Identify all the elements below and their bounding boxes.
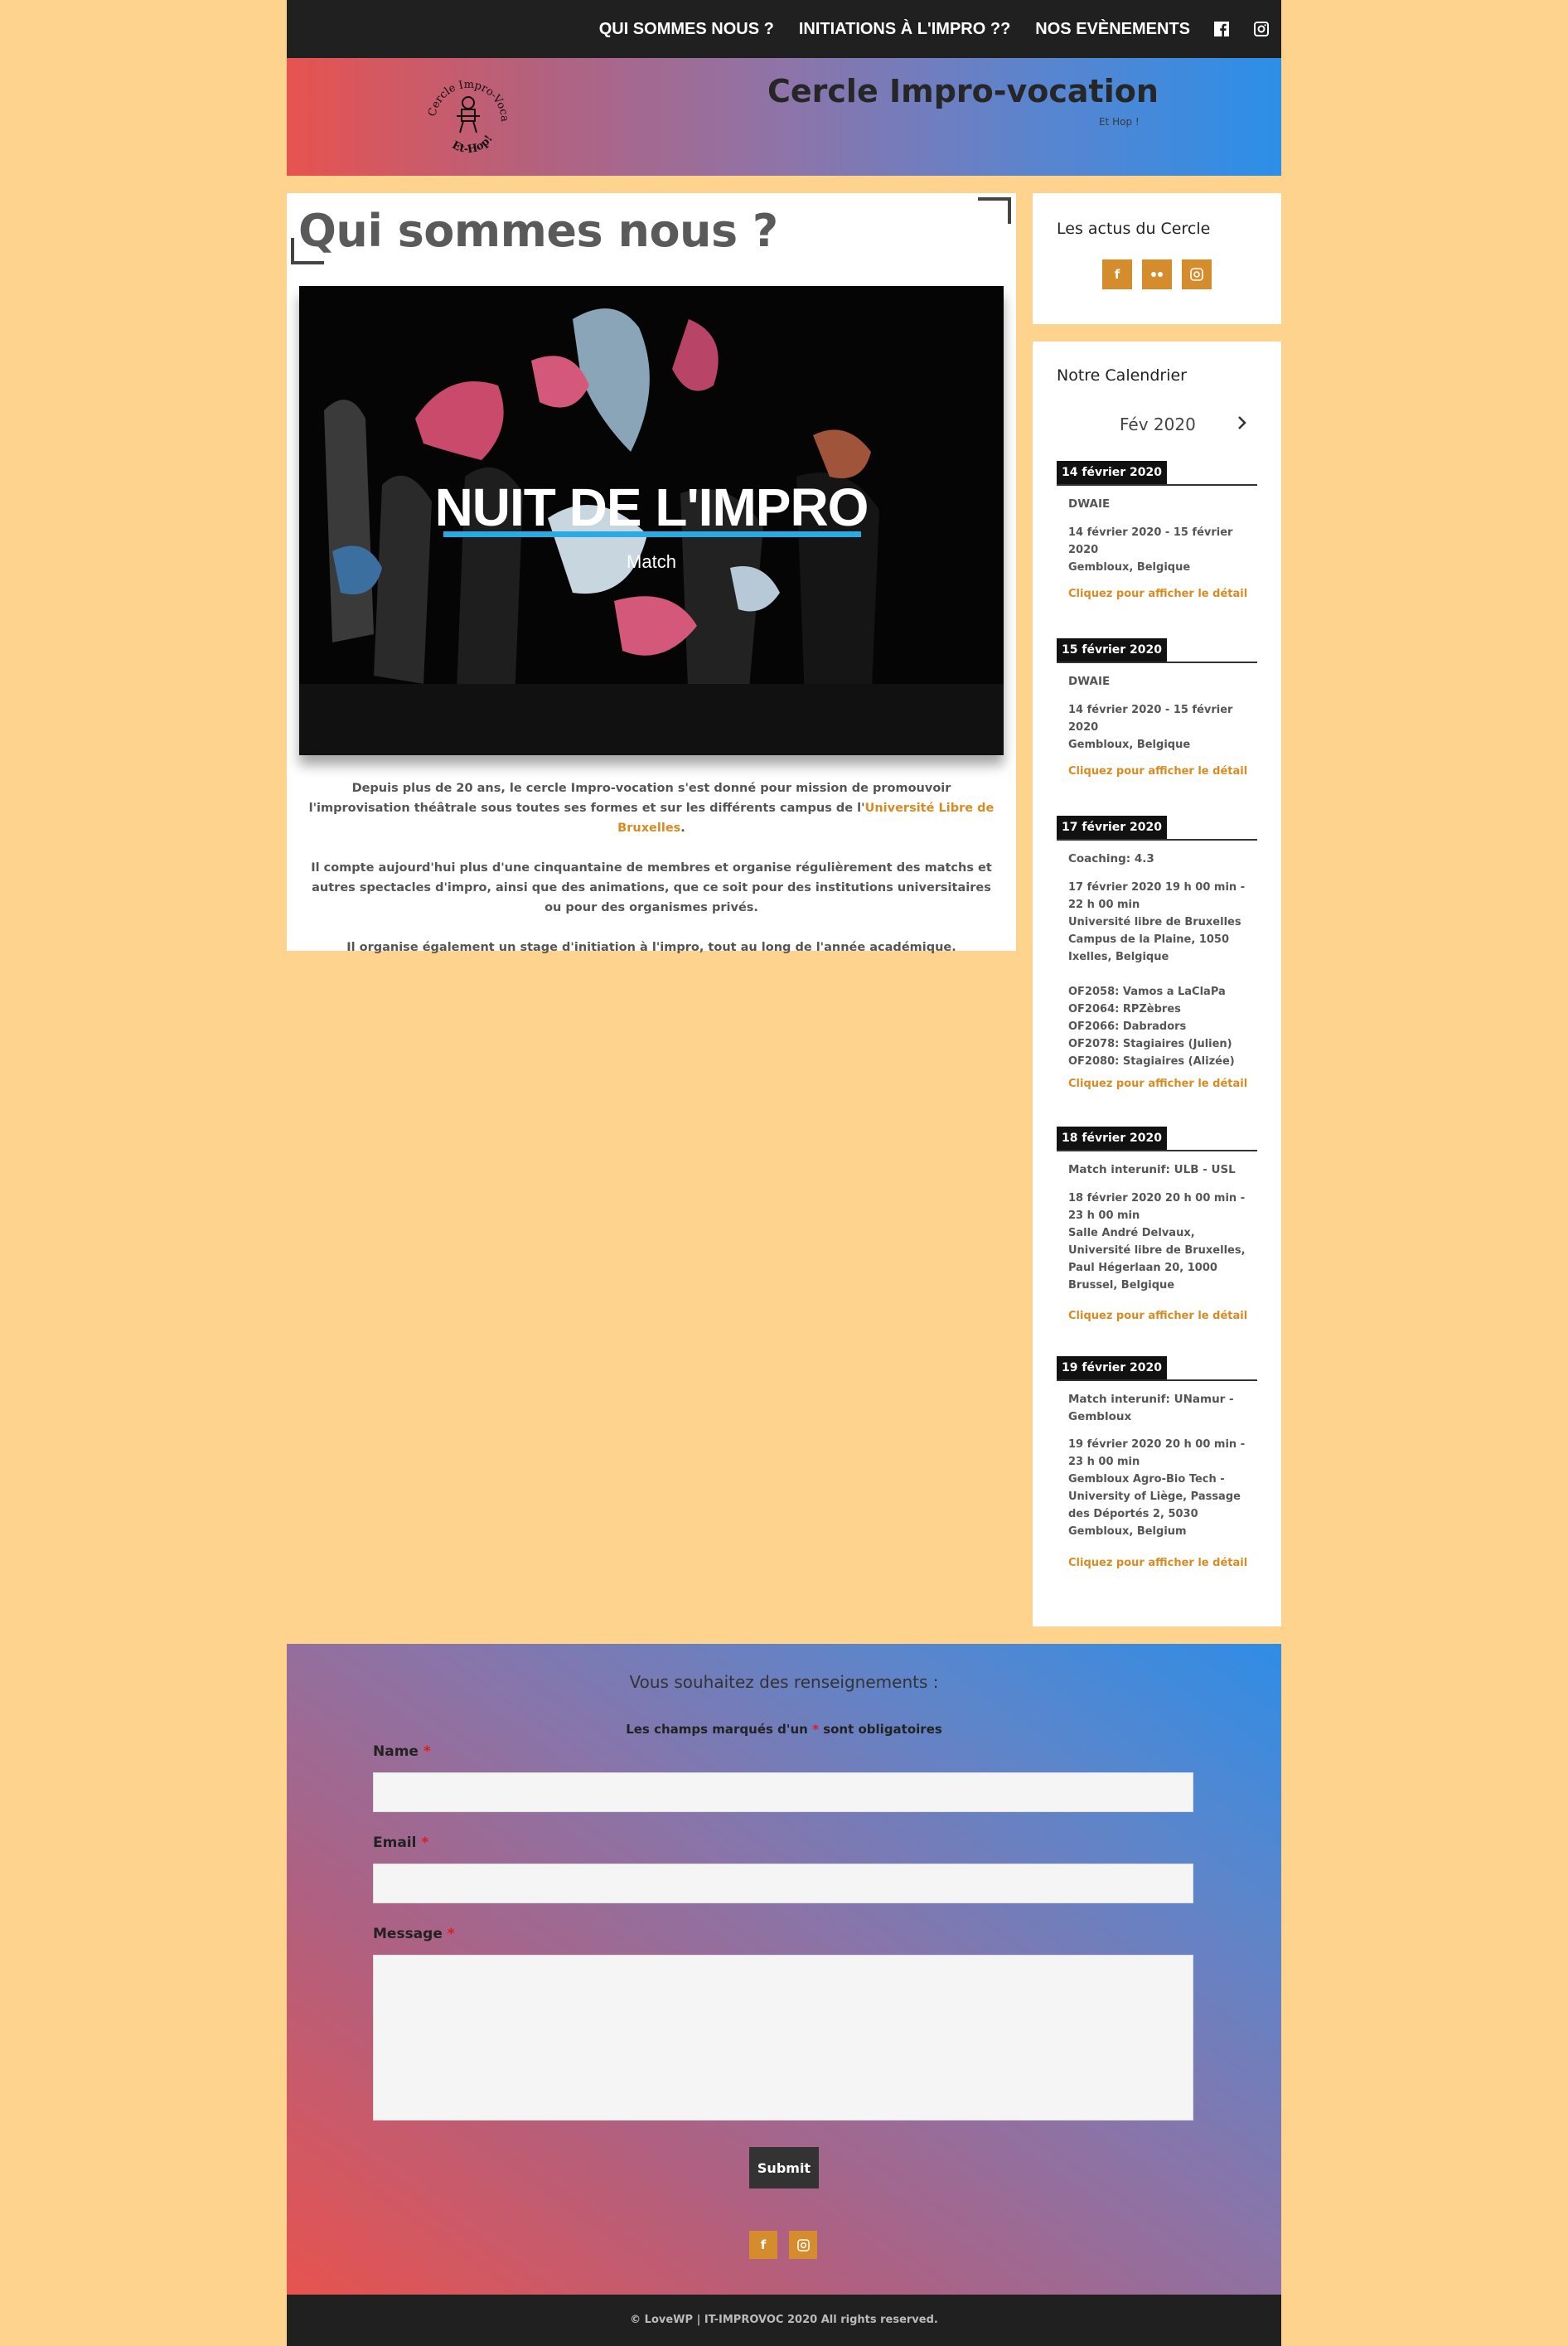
- calendar-event: 14 février 2020 DWAIE 14 février 2020 - …: [1057, 461, 1257, 610]
- event-details-link[interactable]: Cliquez pour afficher le détail: [1068, 588, 1247, 600]
- event-details-link[interactable]: Cliquez pour afficher le détail: [1068, 1557, 1247, 1569]
- email-label: Email *: [373, 1835, 428, 1851]
- event-details-link[interactable]: Cliquez pour afficher le détail: [1068, 765, 1247, 778]
- event-divider: [1057, 662, 1257, 663]
- event-title[interactable]: Match interunif: UNamur - Gembloux: [1068, 1391, 1252, 1426]
- event-details: 14 février 2020 - 15 février 2020 Gemblo…: [1068, 704, 1233, 751]
- hero-title-underline: [443, 531, 861, 537]
- intro-paragraph-1-text: Depuis plus de 20 ans, le cercle Impro-v…: [308, 782, 951, 815]
- event-date: 15 février 2020: [1057, 638, 1168, 662]
- required-note-text: Les champs marqués d'un: [626, 1722, 808, 1737]
- copyright-bar: © LoveWP | IT-IMPROVOC 2020 All rights r…: [287, 2295, 1281, 2346]
- intro-paragraph-2: Il compte aujourd'hui plus d'une cinquan…: [311, 861, 992, 914]
- intro-paragraph-3: Il organise également un stage d'initiat…: [346, 941, 956, 954]
- event-details-link[interactable]: Cliquez pour afficher le détail: [1068, 1078, 1247, 1090]
- event-divider: [1057, 1150, 1257, 1151]
- event-details: 14 février 2020 - 15 février 2020 Gemblo…: [1068, 526, 1233, 574]
- event-divider: [1057, 1379, 1257, 1381]
- event-divider: [1057, 839, 1257, 841]
- chevron-right-icon[interactable]: [1232, 413, 1251, 433]
- event-details-link[interactable]: Cliquez pour afficher le détail: [1068, 1310, 1247, 1322]
- event-divider: [1057, 484, 1257, 486]
- event-title[interactable]: Match interunif: ULB - USL: [1068, 1161, 1252, 1179]
- event-details: 19 février 2020 20 h 00 min - 23 h 00 mi…: [1068, 1438, 1246, 1538]
- calendar-event: 17 février 2020 Coaching: 4.3 17 février…: [1057, 816, 1257, 1106]
- event-date: 19 février 2020: [1057, 1356, 1168, 1379]
- message-label: Message *: [373, 1926, 455, 1942]
- submit-button[interactable]: Submit: [749, 2147, 819, 2188]
- message-field[interactable]: [373, 1955, 1193, 2121]
- nav-item-initiations[interactable]: INITIATIONS À L'IMPRO ??: [799, 20, 1010, 39]
- calendar-widget: Notre Calendrier Fév 2020 14 février 202…: [1033, 342, 1281, 1626]
- news-widget-title: Les actus du Cercle: [1057, 220, 1211, 238]
- intro-paragraph-1: Depuis plus de 20 ans, le cercle Impro-v…: [303, 778, 999, 838]
- required-asterisk: *: [447, 1926, 455, 1942]
- logo-text-bottom: Et-Hop!: [450, 133, 496, 157]
- name-label-text: Name: [373, 1743, 419, 1760]
- event-date: 14 février 2020: [1057, 461, 1168, 484]
- event-date: 17 février 2020: [1057, 816, 1168, 839]
- required-fields-note: Les champs marqués d'un * sont obligatoi…: [287, 1722, 1281, 1737]
- corner-decoration: [978, 197, 1011, 224]
- site-logo[interactable]: Cercle Impro-Vocation Et-Hop!: [419, 62, 514, 162]
- intro-paragraph-1-end: .: [680, 822, 685, 835]
- calendar-month: Fév 2020: [1120, 414, 1196, 434]
- message-label-text: Message: [373, 1926, 443, 1942]
- event-details: 17 février 2020 19 h 00 min - 22 h 00 mi…: [1068, 881, 1246, 1068]
- calendar-event: 15 février 2020 DWAIE 14 février 2020 - …: [1057, 638, 1257, 788]
- site-header: Cercle Impro-Vocation Et-Hop! Cercle Imp…: [287, 58, 1281, 176]
- hero-title: NUIT DE L'IMPRO: [434, 477, 869, 537]
- name-label: Name *: [373, 1743, 431, 1760]
- svg-text:Et-Hop!: Et-Hop!: [450, 133, 496, 157]
- event-title[interactable]: DWAIE: [1068, 673, 1252, 691]
- event-title[interactable]: Coaching: 4.3: [1068, 851, 1252, 868]
- hero-subtitle: Match: [627, 551, 676, 572]
- required-asterisk: *: [421, 1835, 429, 1851]
- flickr-icon[interactable]: [1142, 259, 1172, 289]
- intro-text: Depuis plus de 20 ans, le cercle Impro-v…: [303, 778, 999, 977]
- instagram-icon[interactable]: [789, 2231, 817, 2259]
- nav-item-evenements[interactable]: NOS EVÈNEMENTS: [1035, 20, 1190, 39]
- nav-item-qui-sommes-nous[interactable]: QUI SOMMES NOUS ?: [599, 20, 774, 39]
- name-field[interactable]: [373, 1772, 1193, 1812]
- contact-title: Vous souhaitez des renseignements :: [629, 1672, 939, 1692]
- page-title: Qui sommes nous ?: [298, 205, 778, 257]
- top-navigation: QUI SOMMES NOUS ? INITIATIONS À L'IMPRO …: [287, 0, 1281, 58]
- email-label-text: Email: [373, 1835, 417, 1851]
- required-asterisk: *: [812, 1722, 819, 1737]
- instagram-icon[interactable]: [1253, 21, 1270, 37]
- instagram-icon[interactable]: [1182, 259, 1212, 289]
- event-date: 18 février 2020: [1057, 1127, 1168, 1150]
- site-title[interactable]: Cercle Impro-vocation: [767, 73, 1159, 109]
- calendar-event: 19 février 2020 Match interunif: UNamur …: [1057, 1356, 1257, 1580]
- facebook-icon[interactable]: f: [749, 2231, 777, 2259]
- main-content: Qui sommes nous ? NUIT DE L'IMPRO Match …: [287, 193, 1016, 954]
- facebook-icon[interactable]: [1213, 21, 1230, 37]
- event-details: 18 février 2020 20 h 00 min - 23 h 00 mi…: [1068, 1192, 1246, 1292]
- calendar-widget-title: Notre Calendrier: [1057, 366, 1187, 385]
- email-field[interactable]: [373, 1864, 1193, 1903]
- news-widget: Les actus du Cercle f: [1033, 193, 1281, 324]
- event-title[interactable]: DWAIE: [1068, 496, 1252, 513]
- hero-image: NUIT DE L'IMPRO Match: [299, 286, 1004, 755]
- required-note-text-end: sont obligatoires: [823, 1722, 942, 1737]
- site-tagline: Et Hop !: [1099, 116, 1140, 128]
- contact-section: Vous souhaitez des renseignements : Les …: [287, 1644, 1281, 2295]
- facebook-icon[interactable]: f: [1102, 259, 1132, 289]
- calendar-event: 18 février 2020 Match interunif: ULB - U…: [1057, 1127, 1257, 1326]
- required-asterisk: *: [423, 1743, 431, 1760]
